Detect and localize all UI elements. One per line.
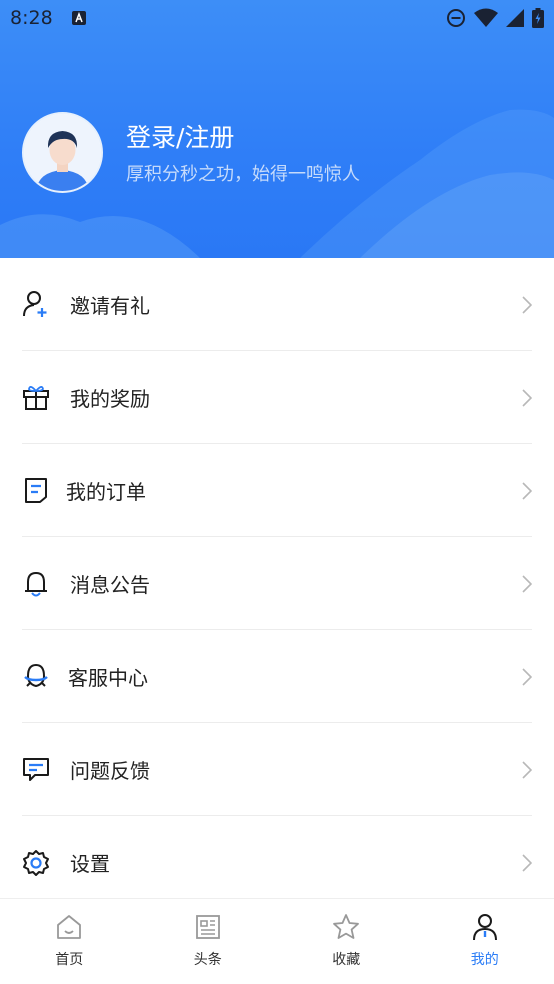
- menu-item-feedback[interactable]: 问题反馈: [22, 723, 533, 816]
- chevron-right-icon: [522, 854, 533, 876]
- a-app-icon: [72, 10, 86, 29]
- tab-favorites[interactable]: 收藏: [277, 899, 416, 984]
- gear-icon: [22, 849, 50, 877]
- menu-label: 我的奖励: [70, 386, 150, 411]
- menu-label: 问题反馈: [70, 758, 150, 783]
- person-icon: [471, 913, 499, 945]
- avatar[interactable]: [22, 112, 103, 193]
- bottom-tab-bar: 首页 头条 收藏 我的: [0, 898, 554, 984]
- menu-item-rewards[interactable]: 我的奖励: [22, 351, 533, 444]
- menu-label: 消息公告: [70, 572, 150, 597]
- menu-label: 邀请有礼: [70, 293, 150, 318]
- order-icon: [22, 476, 50, 504]
- bell-icon: [22, 569, 50, 597]
- feedback-icon: [22, 755, 50, 783]
- customer-service-icon: [22, 662, 50, 690]
- chevron-right-icon: [522, 389, 533, 411]
- status-icons: [446, 8, 544, 32]
- profile-login-area[interactable]: 登录/注册 厚积分秒之功，始得一鸣惊人: [22, 112, 542, 194]
- do-not-disturb-icon: [446, 8, 466, 32]
- menu-item-messages[interactable]: 消息公告: [22, 537, 533, 630]
- profile-header: 8:28 登录/注册 厚积分秒之功，始得一鸣惊人: [0, 0, 554, 258]
- chevron-right-icon: [522, 668, 533, 690]
- chevron-right-icon: [522, 296, 533, 318]
- chevron-right-icon: [522, 761, 533, 783]
- menu-list: 邀请有礼 我的奖励 我的订单 消息公告 客服中心 问题反馈 设置: [0, 258, 554, 909]
- profile-slogan: 厚积分秒之功，始得一鸣惊人: [126, 164, 360, 185]
- chevron-right-icon: [522, 482, 533, 504]
- tab-home[interactable]: 首页: [0, 899, 139, 984]
- star-icon: [332, 913, 360, 945]
- login-register-title[interactable]: 登录/注册: [126, 118, 234, 154]
- gift-icon: [22, 383, 50, 411]
- menu-label: 客服中心: [68, 665, 148, 690]
- news-icon: [194, 913, 222, 945]
- cell-signal-icon: [506, 9, 524, 31]
- status-bar: 8:28: [0, 0, 554, 38]
- menu-label: 我的订单: [66, 479, 146, 504]
- tab-news[interactable]: 头条: [139, 899, 278, 984]
- menu-item-customer-service[interactable]: 客服中心: [22, 630, 533, 723]
- tab-label: 我的: [470, 952, 499, 968]
- menu-item-orders[interactable]: 我的订单: [22, 444, 533, 537]
- menu-item-settings[interactable]: 设置: [22, 816, 533, 909]
- status-time: 8:28: [10, 7, 53, 29]
- home-icon: [55, 913, 83, 945]
- menu-label: 设置: [70, 852, 110, 876]
- tab-label: 首页: [55, 952, 84, 968]
- tab-mine[interactable]: 我的: [416, 899, 554, 984]
- tab-label: 收藏: [332, 952, 361, 968]
- chevron-right-icon: [522, 575, 533, 597]
- add-user-icon: [22, 290, 50, 318]
- tab-label: 头条: [193, 952, 222, 968]
- menu-item-invite[interactable]: 邀请有礼: [22, 258, 533, 351]
- wifi-icon: [474, 8, 498, 32]
- battery-icon: [532, 8, 544, 32]
